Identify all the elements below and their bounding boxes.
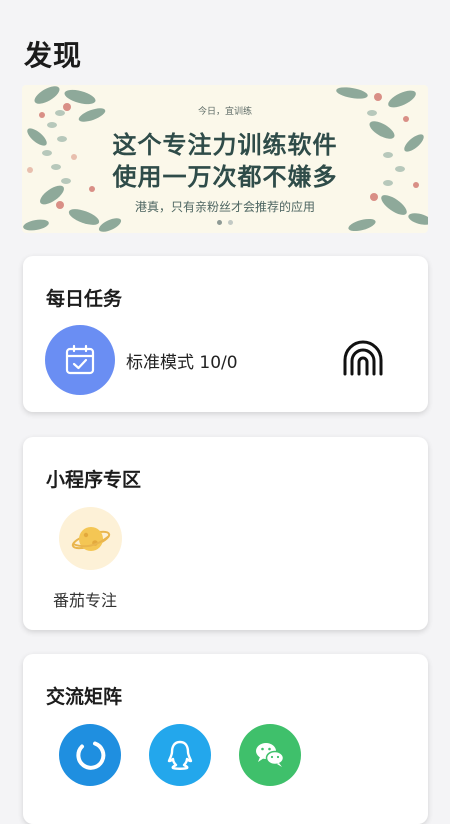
banner-kicker: 今日，宜训练: [197, 107, 252, 117]
card-title: 小程序专区: [46, 469, 142, 491]
qq-icon[interactable]: [149, 724, 211, 786]
pagination-dot[interactable]: [217, 220, 222, 225]
wechat-icon[interactable]: [239, 724, 301, 786]
promo-banner[interactable]: 今日，宜训练 这个专注力训练软件 使用一万次都不嫌多 港真，只有亲粉丝才会推荐的…: [22, 85, 428, 233]
mini-program-label[interactable]: 番茄专注: [53, 587, 117, 611]
calendar-check-icon[interactable]: [45, 325, 115, 395]
daily-task-card: 每日任务 标准模式 10/0: [23, 256, 428, 412]
banner-pagination[interactable]: [22, 220, 428, 225]
planet-icon[interactable]: [59, 507, 122, 570]
banner-headline-1: 这个专注力训练软件: [112, 130, 338, 159]
card-title: 每日任务: [46, 288, 123, 310]
card-title: 交流矩阵: [46, 686, 123, 708]
community-card: 交流矩阵: [23, 654, 428, 824]
mini-programs-card: 小程序专区 番茄专注: [23, 437, 428, 630]
weibo-icon[interactable]: [59, 724, 121, 786]
page-title: 发现: [24, 39, 83, 72]
pagination-dot[interactable]: [228, 220, 233, 225]
task-mode-label[interactable]: 标准模式 10/0: [126, 348, 238, 373]
banner-headline-2: 使用一万次都不嫌多: [112, 162, 338, 191]
fingerprint-icon[interactable]: [341, 336, 385, 380]
banner-subtitle: 港真，只有亲粉丝才会推荐的应用: [134, 200, 315, 214]
